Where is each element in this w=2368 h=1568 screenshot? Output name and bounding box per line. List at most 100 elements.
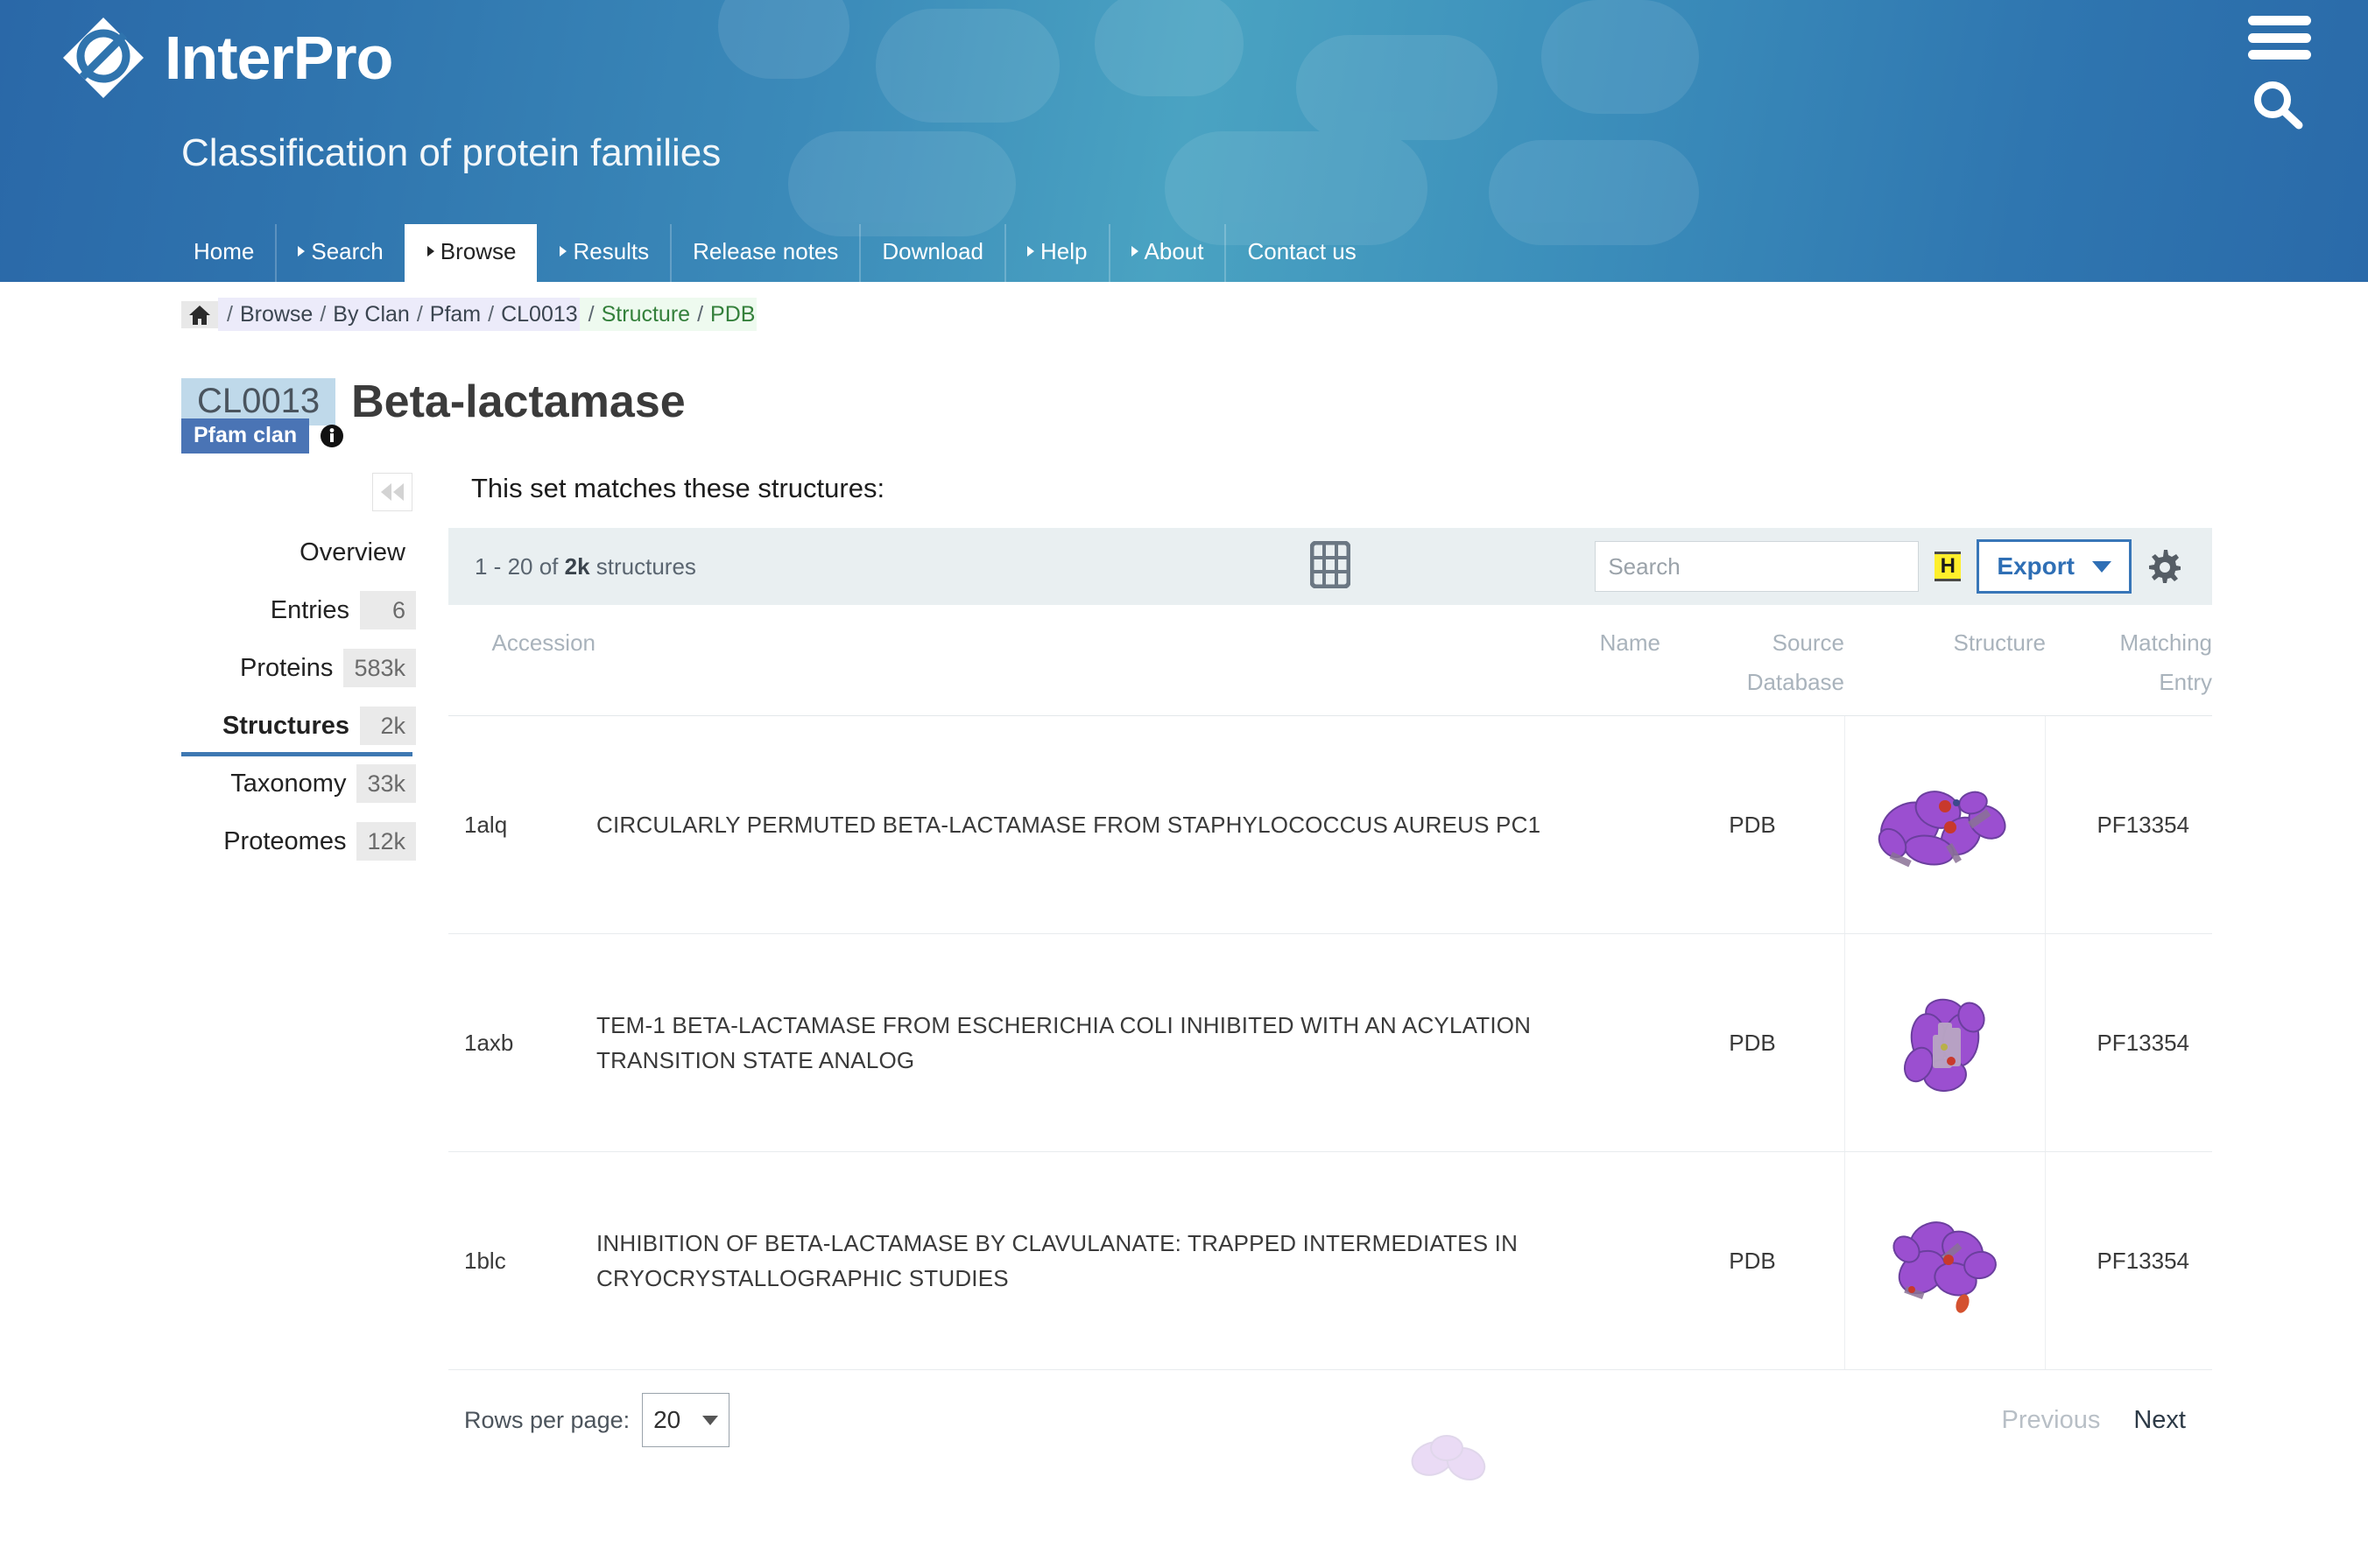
- sidebar-item-taxonomy[interactable]: Taxonomy 33k: [181, 755, 416, 812]
- cell-matching-entry[interactable]: PF13354: [2046, 715, 2212, 934]
- gear-icon[interactable]: [2147, 550, 2181, 583]
- cell-matching-entry[interactable]: PF13354: [2046, 1151, 2212, 1370]
- cell-accession[interactable]: 1blc: [448, 1151, 596, 1370]
- cell-matching-entry[interactable]: PF13354: [2046, 933, 2212, 1152]
- sidebar-item-count: 33k: [356, 764, 416, 803]
- nav-item-label: Download: [882, 238, 984, 264]
- rows-per-page-select[interactable]: 20: [642, 1393, 730, 1447]
- table-body: 1alq CIRCULARLY PERMUTED BETA-LACTAMASE …: [448, 715, 2212, 1370]
- table-footer: Rows per page: 20 Previous Next: [448, 1370, 2212, 1447]
- search-icon[interactable]: [2248, 77, 2311, 130]
- chevron-right-icon: [1131, 246, 1138, 257]
- sidebar-item-overview[interactable]: Overview: [181, 524, 416, 581]
- home-icon[interactable]: [181, 300, 218, 328]
- main-content: This set matches these structures: 1 - 2…: [448, 473, 2212, 1447]
- cell-name: TEM-1 BETA-LACTAMASE FROM ESCHERICHIA CO…: [596, 933, 1660, 1152]
- sidebar-item-label: Taxonomy: [230, 769, 347, 798]
- main-navigation: Home Search Browse Results Release notes…: [0, 224, 2368, 282]
- nav-item-label: Help: [1040, 238, 1088, 264]
- cell-structure: [1844, 933, 2046, 1152]
- cell-accession[interactable]: 1axb: [448, 933, 596, 1152]
- breadcrumb-item-pdb[interactable]: PDB: [710, 302, 755, 327]
- header-icon-group: [2248, 16, 2311, 130]
- entity-sidebar: Overview Entries 6 Proteins 583k Structu…: [181, 473, 416, 870]
- sidebar-item-structures[interactable]: Structures 2k: [181, 697, 416, 756]
- table-row[interactable]: 1axb TEM-1 BETA-LACTAMASE FROM ESCHERICH…: [448, 933, 2212, 1152]
- sidebar-item-entries[interactable]: Entries 6: [181, 581, 416, 639]
- breadcrumb-separator: /: [227, 301, 233, 327]
- result-count-total: 2k: [564, 552, 590, 580]
- breadcrumb-item-browse[interactable]: Browse: [240, 302, 313, 327]
- collapse-double-left-icon[interactable]: [372, 473, 412, 511]
- search-input[interactable]: [1595, 541, 1920, 592]
- breadcrumb-item-pfam[interactable]: Pfam: [430, 302, 481, 327]
- sidebar-item-proteomes[interactable]: Proteomes 12k: [181, 812, 416, 870]
- nav-item-results[interactable]: Results: [537, 224, 670, 282]
- cell-source-database: PDB: [1660, 1151, 1844, 1370]
- cell-name: CIRCULARLY PERMUTED BETA-LACTAMASE FROM …: [596, 715, 1660, 934]
- next-page-button[interactable]: Next: [2133, 1406, 2186, 1435]
- site-tagline: Classification of protein families: [181, 131, 722, 174]
- sidebar-item-count: 583k: [343, 649, 416, 687]
- structure-thumb-wrapper: [1844, 716, 2046, 933]
- nav-item-browse[interactable]: Browse: [404, 224, 538, 282]
- table-row[interactable]: 1alq CIRCULARLY PERMUTED BETA-LACTAMASE …: [448, 715, 2212, 934]
- hmm-highlight-icon[interactable]: H: [1935, 552, 1962, 581]
- chevron-right-icon: [298, 246, 306, 257]
- column-header-matching-entry[interactable]: Matching Entry: [2046, 605, 2213, 716]
- nav-item-help[interactable]: Help: [1004, 224, 1108, 282]
- toolbar-right-group: H Export: [1595, 539, 2181, 594]
- nav-item-search[interactable]: Search: [275, 224, 404, 282]
- site-header: InterPro Classification of protein famil…: [0, 0, 2368, 282]
- protein-ribbon-thumbnail: [1903, 998, 1985, 1093]
- site-logo[interactable]: InterPro: [61, 16, 393, 100]
- export-button[interactable]: Export: [1977, 539, 2132, 594]
- nav-item-release-notes[interactable]: Release notes: [670, 224, 859, 282]
- nav-item-label: Contact us: [1247, 238, 1357, 264]
- column-header-source-database[interactable]: Source Database: [1660, 605, 1844, 716]
- page-badge-row: Pfam clan: [181, 418, 344, 454]
- info-icon[interactable]: [320, 424, 344, 448]
- table-header-row: Accession Name Source Database Structure…: [448, 605, 2212, 716]
- chevron-down-icon: [702, 1415, 719, 1425]
- column-header-source-line1: Source: [1772, 629, 1844, 656]
- nav-item-label: About: [1144, 238, 1204, 264]
- column-header-source-line2: Database: [1746, 669, 1844, 695]
- sidebar-item-count: 2k: [360, 707, 416, 745]
- nav-item-download[interactable]: Download: [859, 224, 1004, 282]
- breadcrumb-item-cl0013[interactable]: CL0013: [501, 302, 578, 327]
- chevron-down-icon: [2092, 560, 2111, 573]
- cell-accession[interactable]: 1alq: [448, 715, 596, 934]
- nav-item-label: Release notes: [693, 238, 839, 264]
- status-badge: Pfam clan: [181, 418, 310, 454]
- breadcrumb-item-structure[interactable]: Structure: [602, 302, 690, 327]
- breadcrumb-separator: /: [697, 301, 704, 327]
- protein-ribbon-thumbnail: [1892, 1221, 1997, 1313]
- nav-item-contact-us[interactable]: Contact us: [1224, 224, 1377, 282]
- breadcrumb-item-by-clan[interactable]: By Clan: [333, 302, 410, 327]
- sidebar-item-label: Proteins: [240, 653, 334, 682]
- nav-item-label: Browse: [440, 238, 517, 264]
- content-heading: This set matches these structures:: [471, 473, 885, 503]
- sidebar-item-label: Overview: [300, 538, 405, 566]
- nav-item-about[interactable]: About: [1108, 224, 1225, 282]
- sidebar-item-label: Structures: [222, 711, 349, 740]
- grid-view-icon[interactable]: [1309, 540, 1351, 593]
- sidebar-item-proteins[interactable]: Proteins 583k: [181, 639, 416, 697]
- column-header-name[interactable]: Name: [596, 605, 1660, 716]
- column-header-matching-line2: Entry: [2159, 669, 2212, 695]
- export-button-label: Export: [1997, 552, 2075, 580]
- table-toolbar: 1 - 20 of 2k structures H Export: [448, 528, 2212, 605]
- hamburger-menu-icon[interactable]: [2248, 16, 2311, 60]
- chevron-right-icon: [426, 246, 434, 257]
- result-count: 1 - 20 of 2k structures: [475, 553, 696, 580]
- breadcrumb-separator: /: [416, 301, 423, 327]
- column-header-structure[interactable]: Structure: [1844, 605, 2047, 716]
- result-count-suffix: structures: [589, 552, 696, 580]
- nav-item-home[interactable]: Home: [173, 224, 275, 282]
- breadcrumb: / Browse / By Clan / Pfam / CL0013 / Str…: [181, 298, 758, 331]
- cell-structure: [1844, 1151, 2046, 1370]
- table-row[interactable]: 1blc INHIBITION OF BETA-LACTAMASE BY CLA…: [448, 1151, 2212, 1370]
- column-header-accession[interactable]: Accession: [448, 605, 596, 716]
- nav-item-label: Results: [573, 238, 650, 264]
